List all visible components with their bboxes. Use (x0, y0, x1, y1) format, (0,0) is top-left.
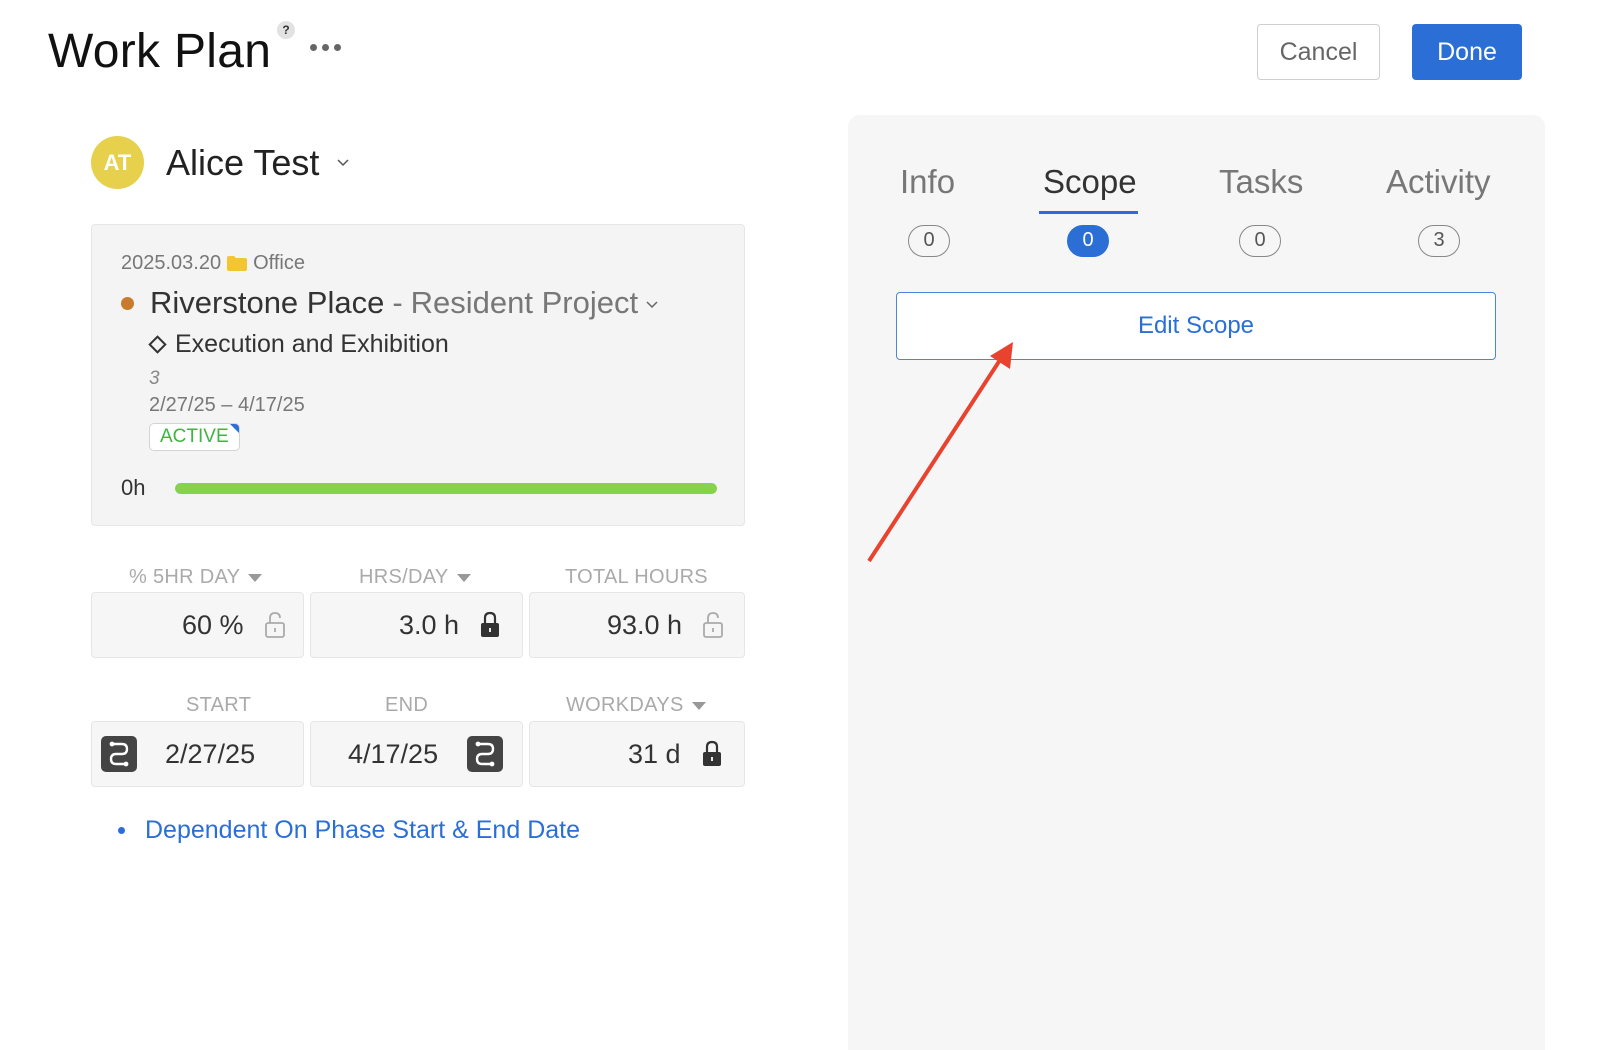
edit-scope-button[interactable]: Edit Scope (896, 292, 1496, 360)
help-icon[interactable]: ? (277, 21, 295, 39)
folder-icon (227, 256, 248, 271)
cancel-button[interactable]: Cancel (1257, 24, 1380, 80)
bullet (118, 827, 125, 834)
phase-name: Execution and Exhibition (175, 330, 449, 358)
detail-panel: Info Scope Tasks Activity 0 0 0 3 Edit S… (848, 115, 1545, 1050)
start-date-value: 2/27/25 (165, 738, 256, 769)
progress-bar-fill (175, 483, 717, 494)
workdays-field[interactable]: 31 d (529, 721, 745, 787)
tab-tasks[interactable]: Tasks (1219, 163, 1303, 201)
active-tab-indicator (1039, 211, 1138, 214)
start-label-text: START (186, 694, 252, 716)
end-date-value: 4/17/25 (348, 738, 439, 769)
pct-day-label-text: % 5HR DAY (129, 566, 241, 588)
hrs-day-value: 3.0 h (399, 609, 460, 640)
lock-icon[interactable] (479, 611, 501, 639)
progress-bar (175, 483, 717, 494)
lock-icon[interactable] (701, 740, 723, 768)
tab-scope[interactable]: Scope (1043, 163, 1137, 201)
phase-diamond-icon (148, 335, 167, 354)
phase-dates: 2/27/25 – 4/17/25 (149, 394, 305, 416)
pct-day-field[interactable]: 60 % (91, 592, 304, 658)
user-name[interactable]: Alice Test (166, 142, 319, 184)
info-count-badge: 0 (908, 225, 950, 257)
tasks-count-badge: 0 (1239, 225, 1281, 257)
project-separator: - (392, 285, 403, 320)
project-subtitle: Resident Project (410, 285, 639, 320)
dependency-link-text: Dependent On Phase Start & End Date (145, 816, 580, 844)
workdays-label[interactable]: WORKDAYS (566, 694, 706, 717)
total-hours-field[interactable]: 93.0 h (529, 592, 745, 658)
tab-activity[interactable]: Activity (1386, 163, 1491, 201)
chevron-down-icon[interactable] (646, 298, 658, 310)
project-title[interactable]: Riverstone Place - Resident Project (121, 285, 658, 321)
avatar: AT (91, 136, 144, 189)
project-name: Riverstone Place (150, 285, 385, 320)
tab-info[interactable]: Info (900, 163, 955, 201)
status-badge[interactable]: ACTIVE (149, 423, 240, 451)
unlock-icon[interactable] (264, 611, 286, 639)
end-date-field[interactable]: 4/17/25 (310, 721, 523, 787)
pct-day-label[interactable]: % 5HR DAY (129, 566, 263, 589)
activity-count-badge: 3 (1418, 225, 1460, 257)
total-hours-value: 93.0 h (607, 609, 683, 640)
unlock-icon[interactable] (702, 611, 724, 639)
start-date-field[interactable]: 2/27/25 (91, 721, 304, 787)
dependency-icon[interactable] (101, 736, 137, 772)
caret-down-icon (248, 573, 263, 582)
total-hours-label-text: TOTAL HOURS (565, 566, 708, 588)
chevron-down-icon[interactable] (336, 155, 350, 169)
pct-day-value: 60 % (182, 609, 244, 640)
caret-down-icon (456, 573, 471, 582)
end-label: END (385, 694, 428, 717)
project-date-code: 2025.03.20 (121, 252, 222, 274)
dependency-icon[interactable] (467, 736, 504, 772)
phase-number: 3 (149, 368, 160, 389)
hrs-day-label[interactable]: HRS/DAY (359, 566, 471, 589)
project-color-dot (121, 296, 134, 310)
start-label: START (186, 694, 251, 717)
workdays-label-text: WORKDAYS (566, 694, 684, 716)
project-location: Office (253, 252, 305, 274)
done-button[interactable]: Done (1412, 24, 1522, 80)
project-card: 2025.03.20 Office Riverstone Place - Res… (91, 224, 745, 526)
total-hours-label: TOTAL HOURS (565, 566, 708, 589)
page-title: Work Plan (48, 25, 272, 78)
scope-count-badge: 0 (1067, 225, 1109, 257)
workdays-value: 31 d (628, 738, 681, 769)
hrs-day-field[interactable]: 3.0 h (310, 592, 523, 658)
dependency-link[interactable]: Dependent On Phase Start & End Date (118, 816, 580, 845)
more-options-icon[interactable] (310, 44, 341, 51)
status-label: ACTIVE (160, 426, 229, 447)
caret-down-icon (691, 701, 706, 710)
hrs-day-label-text: HRS/DAY (359, 566, 449, 588)
status-corner-marker (229, 424, 239, 433)
hours-label: 0h (121, 475, 146, 500)
end-label-text: END (385, 694, 429, 716)
